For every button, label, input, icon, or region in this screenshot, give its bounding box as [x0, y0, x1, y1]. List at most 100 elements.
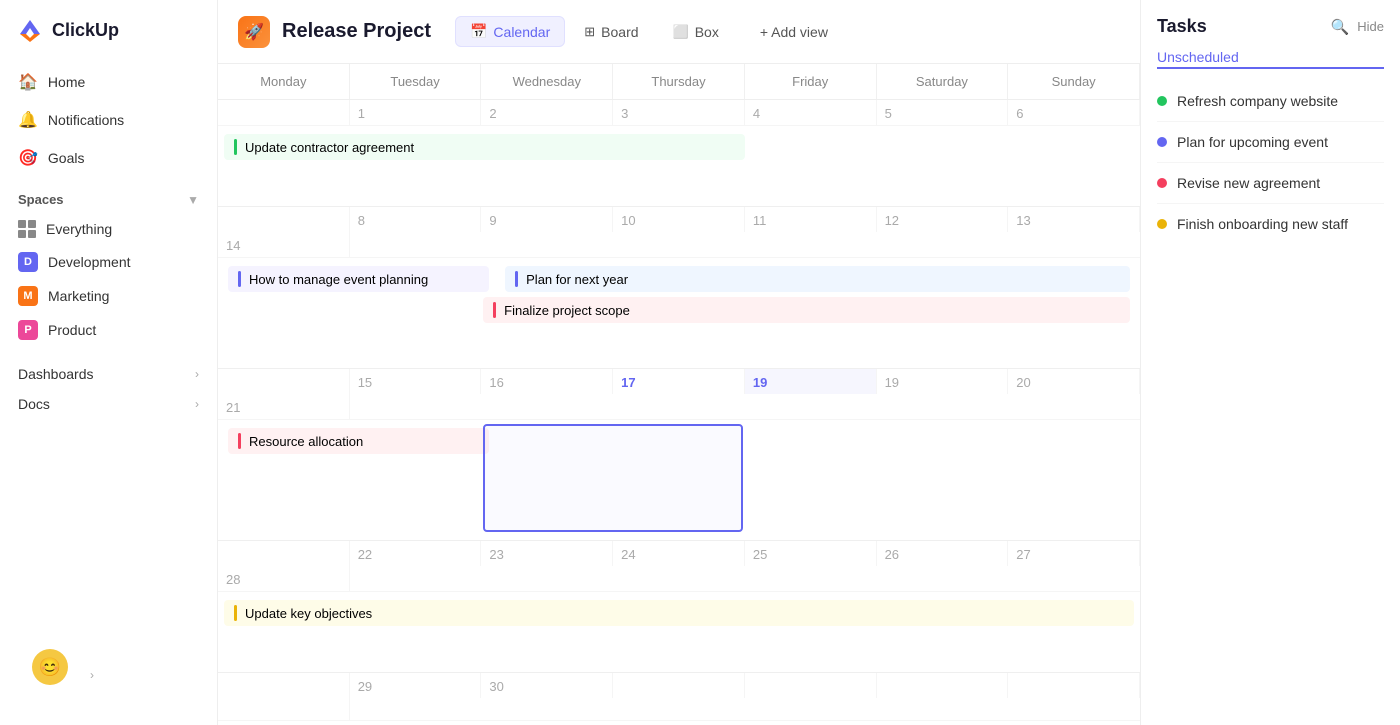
sidebar-item-goals[interactable]: 🎯 Goals — [8, 140, 209, 176]
chevron-right-icon-docs: › — [195, 397, 199, 411]
tab-box[interactable]: ⬜ Box — [658, 17, 734, 47]
date-cell: 14 — [218, 232, 350, 257]
page-header: 🚀 Release Project 📅 Calendar ⊞ Board ⬜ B… — [218, 0, 1140, 64]
task-item-revise[interactable]: Revise new agreement — [1157, 163, 1384, 204]
event-plan-next-year[interactable]: Plan for next year — [505, 266, 1130, 292]
event-update-key-objectives[interactable]: Update key objectives — [224, 600, 1134, 626]
spaces-title[interactable]: Spaces ▼ — [8, 180, 209, 213]
development-badge: D — [18, 252, 38, 272]
date-cell: 12 — [877, 207, 1009, 232]
sidebar-item-product[interactable]: P Product — [8, 313, 209, 347]
chevron-down-icon: ▼ — [187, 193, 199, 207]
task-label: Finish onboarding new staff — [1177, 216, 1348, 232]
task-label: Plan for upcoming event — [1177, 134, 1328, 150]
search-icon[interactable]: 🔍 — [1331, 18, 1350, 36]
day-monday: Monday — [218, 64, 350, 99]
date-cell: 29 — [350, 673, 482, 698]
week-2-events: How to manage event planning Plan for ne… — [218, 258, 1140, 368]
event-resource-allocation[interactable]: Resource allocation — [228, 428, 489, 454]
task-dot — [1157, 137, 1167, 147]
date-cell-today-18: 19 — [745, 369, 877, 394]
date-cell: 6 — [1008, 100, 1140, 125]
sidebar-item-goals-label: Goals — [48, 150, 85, 166]
tasks-panel-title: Tasks — [1157, 16, 1207, 37]
selected-date-range[interactable] — [483, 424, 742, 532]
sidebar-item-marketing[interactable]: M Marketing — [8, 279, 209, 313]
hide-button[interactable]: Hide — [1357, 19, 1384, 34]
sidebar-item-notifications[interactable]: 🔔 Notifications — [8, 102, 209, 138]
date-cell: 20 — [1008, 369, 1140, 394]
date-cell: 16 — [481, 369, 613, 394]
event-label: Resource allocation — [249, 434, 363, 449]
sidebar-item-dashboards[interactable]: Dashboards › — [8, 359, 209, 389]
project-title: Release Project — [282, 20, 431, 43]
target-icon: 🎯 — [18, 148, 38, 168]
bell-icon: 🔔 — [18, 110, 38, 130]
add-view-button[interactable]: + Add view — [746, 18, 842, 46]
date-cell — [877, 673, 1009, 698]
date-cell: 23 — [481, 541, 613, 566]
event-label: Finalize project scope — [504, 303, 630, 318]
box-icon: ⬜ — [673, 24, 689, 40]
week-4-events: Update key objectives — [218, 592, 1140, 672]
sidebar-item-marketing-label: Marketing — [48, 288, 109, 304]
event-color-bar — [238, 433, 241, 449]
board-icon: ⊞ — [584, 24, 595, 40]
date-cell: 19 — [877, 369, 1009, 394]
date-cell — [218, 698, 350, 720]
event-label: Plan for next year — [526, 272, 628, 287]
event-color-bar — [234, 139, 237, 155]
sidebar-item-development[interactable]: D Development — [8, 245, 209, 279]
sidebar-item-home[interactable]: 🏠 Home — [8, 64, 209, 100]
main-content: 🚀 Release Project 📅 Calendar ⊞ Board ⬜ B… — [218, 0, 1140, 725]
date-cell: 4 — [745, 100, 877, 125]
grid-icon — [18, 220, 36, 238]
date-cell: 28 — [218, 566, 350, 591]
task-label: Revise new agreement — [1177, 175, 1320, 191]
date-cell: 10 — [613, 207, 745, 232]
tasks-filter-unscheduled[interactable]: Unscheduled — [1157, 49, 1384, 69]
date-cell: 30 — [481, 673, 613, 698]
dashboards-label: Dashboards — [18, 366, 94, 382]
tasks-header-right: 🔍 Hide — [1331, 18, 1384, 36]
add-view-label: + Add view — [760, 24, 828, 40]
event-finalize-scope[interactable]: Finalize project scope — [483, 297, 1130, 323]
tab-board[interactable]: ⊞ Board — [569, 17, 653, 47]
day-thursday: Thursday — [613, 64, 745, 99]
tab-box-label: Box — [695, 24, 719, 40]
date-cell: 11 — [745, 207, 877, 232]
project-icon: 🚀 — [238, 16, 270, 48]
bottom-nav: Dashboards › Docs › — [0, 359, 217, 419]
event-update-contractor[interactable]: Update contractor agreement — [224, 134, 745, 160]
sidebar: ClickUp 🏠 Home 🔔 Notifications 🎯 Goals S… — [0, 0, 218, 725]
task-item-onboarding[interactable]: Finish onboarding new staff — [1157, 204, 1384, 244]
date-cell: 13 — [1008, 207, 1140, 232]
task-item-refresh[interactable]: Refresh company website — [1157, 81, 1384, 122]
date-cell: 26 — [877, 541, 1009, 566]
event-label: How to manage event planning — [249, 272, 428, 287]
app-logo[interactable]: ClickUp — [0, 16, 217, 64]
product-badge: P — [18, 320, 38, 340]
date-cell: 2 — [481, 100, 613, 125]
task-dot — [1157, 96, 1167, 106]
date-cell — [218, 100, 350, 125]
date-cell: 22 — [350, 541, 482, 566]
event-label: Update key objectives — [245, 606, 372, 621]
date-cell: 5 — [877, 100, 1009, 125]
home-icon: 🏠 — [18, 72, 38, 92]
sidebar-item-docs[interactable]: Docs › — [8, 389, 209, 419]
avatar-chevron: › — [90, 668, 94, 682]
calendar-week-1: 1 2 3 4 5 6 Update contractor agreement — [218, 100, 1140, 207]
event-manage-planning[interactable]: How to manage event planning — [228, 266, 489, 292]
date-cell — [218, 369, 350, 394]
tasks-panel-header: Tasks 🔍 Hide — [1157, 16, 1384, 37]
week-3-dates: 15 16 17 19 19 20 21 — [218, 369, 1140, 420]
date-cell-today: 17 — [613, 369, 745, 394]
marketing-badge: M — [18, 286, 38, 306]
tab-calendar-label: Calendar — [493, 24, 550, 40]
sidebar-item-everything[interactable]: Everything — [8, 213, 209, 245]
tab-calendar[interactable]: 📅 Calendar — [455, 16, 565, 47]
date-cell: 21 — [218, 394, 350, 419]
task-item-plan-event[interactable]: Plan for upcoming event — [1157, 122, 1384, 163]
user-avatar[interactable]: 😊 — [32, 649, 68, 685]
